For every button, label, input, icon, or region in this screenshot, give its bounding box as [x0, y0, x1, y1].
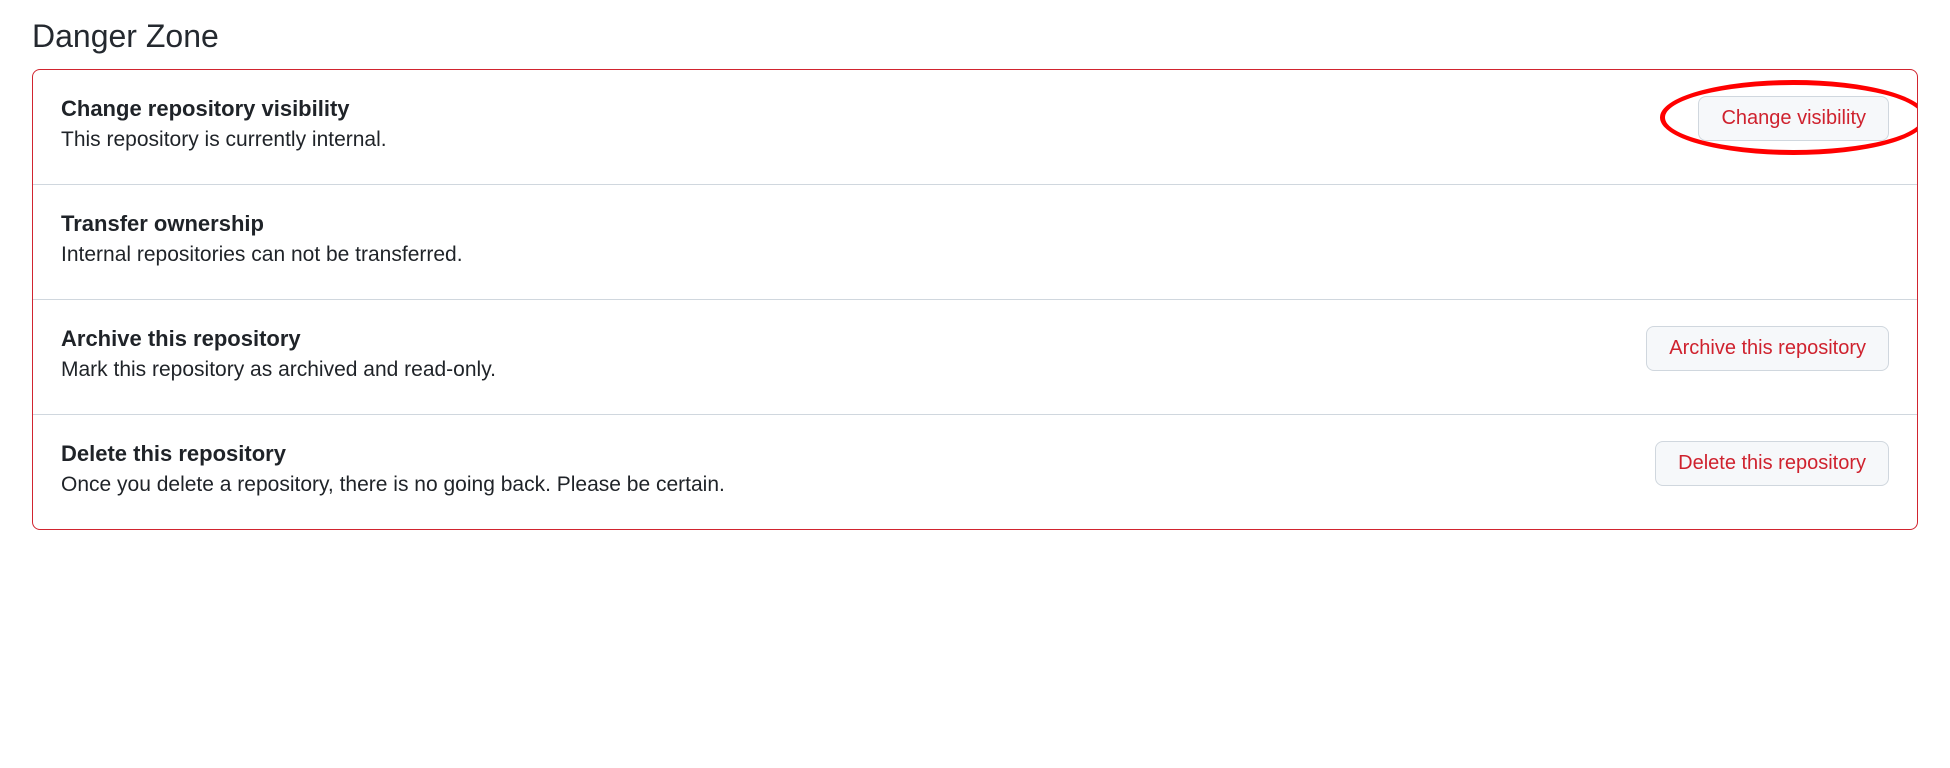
change-visibility-row: Change repository visibility This reposi…: [33, 70, 1917, 185]
delete-repository-text: Delete this repository Once you delete a…: [61, 441, 1655, 497]
delete-repository-row: Delete this repository Once you delete a…: [33, 415, 1917, 529]
transfer-ownership-row: Transfer ownership Internal repositories…: [33, 185, 1917, 300]
change-visibility-button[interactable]: Change visibility: [1698, 96, 1889, 141]
transfer-ownership-desc: Internal repositories can not be transfe…: [61, 243, 1889, 267]
archive-repository-action: Archive this repository: [1646, 326, 1889, 371]
archive-repository-row: Archive this repository Mark this reposi…: [33, 300, 1917, 415]
danger-zone-box: Change repository visibility This reposi…: [32, 69, 1918, 530]
transfer-ownership-title: Transfer ownership: [61, 211, 1889, 237]
archive-repository-text: Archive this repository Mark this reposi…: [61, 326, 1646, 382]
change-visibility-title: Change repository visibility: [61, 96, 1698, 122]
danger-zone-heading: Danger Zone: [32, 18, 1918, 55]
delete-repository-desc: Once you delete a repository, there is n…: [61, 473, 1655, 497]
archive-repository-title: Archive this repository: [61, 326, 1646, 352]
change-visibility-desc: This repository is currently internal.: [61, 128, 1698, 152]
archive-repository-desc: Mark this repository as archived and rea…: [61, 358, 1646, 382]
delete-repository-button[interactable]: Delete this repository: [1655, 441, 1889, 486]
delete-repository-action: Delete this repository: [1655, 441, 1889, 486]
delete-repository-title: Delete this repository: [61, 441, 1655, 467]
archive-repository-button[interactable]: Archive this repository: [1646, 326, 1889, 371]
transfer-ownership-text: Transfer ownership Internal repositories…: [61, 211, 1889, 267]
change-visibility-action: Change visibility: [1698, 96, 1889, 141]
change-visibility-text: Change repository visibility This reposi…: [61, 96, 1698, 152]
